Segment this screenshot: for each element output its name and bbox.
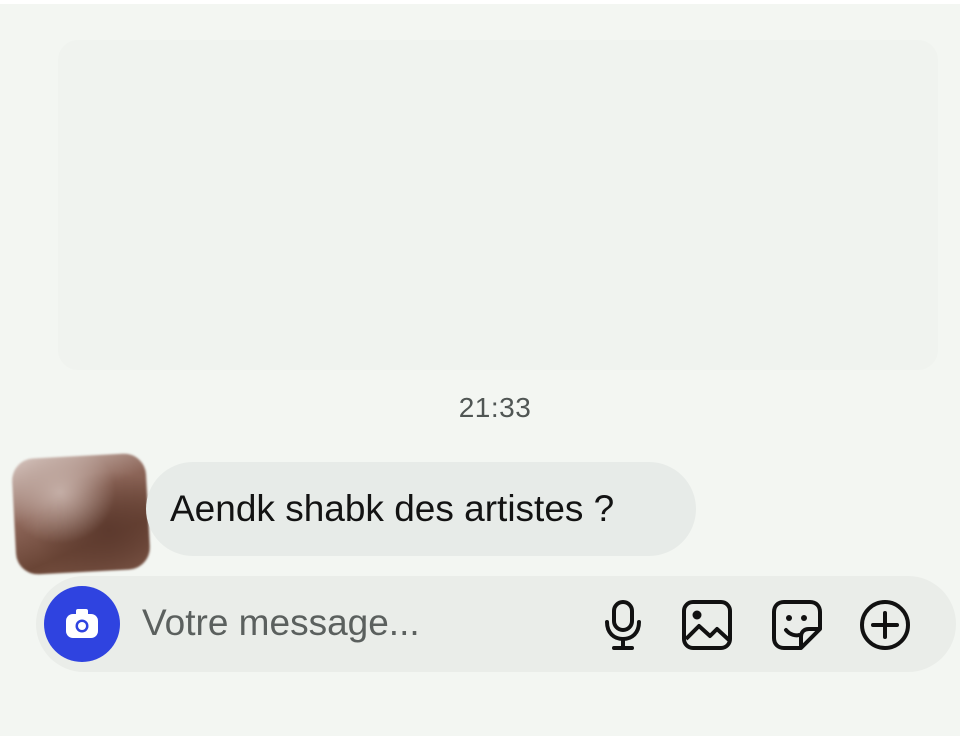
message-timestamp: 21:33	[458, 392, 532, 423]
sticker-icon	[772, 600, 822, 650]
camera-button[interactable]	[44, 586, 120, 662]
camera-icon	[66, 609, 98, 638]
sender-avatar[interactable]	[11, 452, 151, 576]
sticker-button[interactable]	[770, 598, 824, 652]
microphone-icon	[605, 600, 641, 650]
top-divider	[0, 0, 960, 4]
message-bubble[interactable]: Aendk shabk des artistes ?	[146, 462, 696, 556]
more-options-button[interactable]	[858, 598, 912, 652]
image-icon	[682, 600, 732, 650]
plus-circle-icon	[860, 600, 910, 650]
gallery-button[interactable]	[680, 598, 734, 652]
message-input[interactable]	[142, 598, 562, 648]
voice-message-button[interactable]	[596, 598, 650, 652]
faded-background-content	[58, 40, 938, 370]
message-text: Aendk shabk des artistes ?	[170, 488, 615, 529]
